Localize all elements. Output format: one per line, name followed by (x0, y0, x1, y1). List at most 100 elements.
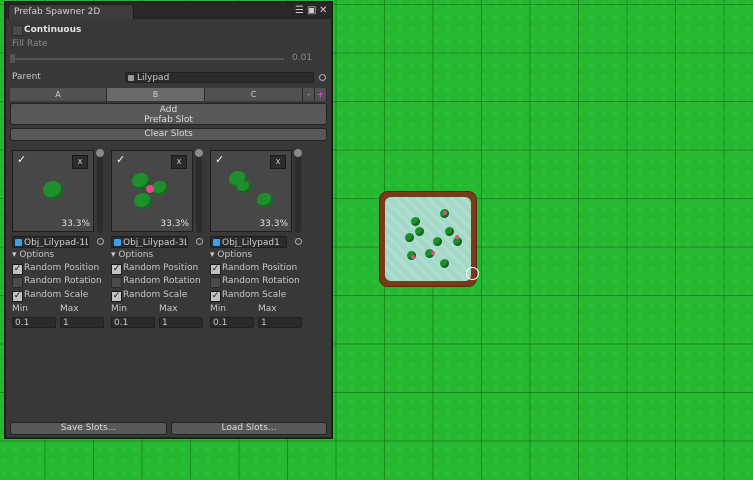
slot-1-object-field[interactable]: Obj_Lilypad-1L (12, 236, 89, 248)
slot-2-random-scale-label: Random Scale (123, 290, 188, 300)
prefab-icon (114, 239, 121, 246)
lily-flower (411, 255, 415, 259)
slot-2-remove-button[interactable]: X (171, 155, 187, 169)
slot-2-max-input[interactable]: 1 (159, 317, 203, 328)
triangle-down-icon: ▾ (210, 250, 215, 260)
parent-target-icon[interactable] (319, 74, 326, 81)
continuous-label: Continuous (24, 25, 82, 35)
tab-b[interactable]: B (107, 88, 205, 101)
add-prefab-label-line1: Add (159, 105, 178, 115)
slot-3-random-rotation-label: Random Rotation (222, 276, 300, 286)
slot-1-random-rotation-checkbox[interactable] (12, 277, 23, 288)
slot-1-min-label: Min (12, 304, 28, 314)
lilypad-thumbnail (257, 193, 273, 207)
parent-field[interactable]: Lilypad (125, 72, 314, 83)
slot-3-random-scale-checkbox[interactable]: ✓ (210, 291, 221, 302)
fill-rate-value[interactable]: 0.01 (292, 53, 312, 63)
slot-3-object: Obj_Lilypad1 (222, 238, 280, 248)
prefab-slot-3-preview[interactable]: ✓ X 33.3% (210, 150, 292, 232)
slot-3-min-input[interactable]: 0.1 (210, 317, 254, 328)
slot-3-random-position-label: Random Position (222, 263, 298, 273)
slot-2-random-rotation-checkbox[interactable] (111, 277, 122, 288)
prefab-slot-2-preview[interactable]: ✓ X 33.3% (111, 150, 193, 232)
slot-2-random-position-checkbox[interactable]: ✓ (111, 264, 122, 275)
slot-2-min-label: Min (111, 304, 127, 314)
save-slots-button[interactable]: Save Slots... (10, 422, 167, 435)
load-slots-button[interactable]: Load Slots... (171, 422, 327, 435)
slot-1-max-input[interactable]: 1 (60, 317, 104, 328)
slot-1-random-position-checkbox[interactable]: ✓ (12, 264, 23, 275)
fill-rate-slider-track[interactable] (14, 58, 284, 60)
prefab-spawner-panel: Prefab Spawner 2D ☰ ▣ ✕ Continuous Fill … (5, 2, 332, 438)
slot-1-remove-button[interactable]: X (72, 155, 88, 169)
slot-3-weight-slider[interactable] (294, 149, 302, 233)
slot-3-random-rotation-checkbox[interactable] (210, 277, 221, 288)
slot-2-random-scale-checkbox[interactable]: ✓ (111, 291, 122, 302)
slot-2-max-label: Max (159, 304, 178, 314)
slot-2-options[interactable]: ▾ Options (111, 250, 153, 260)
slot-1-random-position-label: Random Position (24, 263, 100, 273)
slot-1-percent: 33.3% (61, 219, 90, 229)
lily-flower (455, 235, 459, 239)
slot-1-min-input[interactable]: 0.1 (12, 317, 56, 328)
slot-2-options-label: Options (118, 250, 154, 260)
add-prefab-slot-button[interactable]: Add Prefab Slot (10, 103, 327, 125)
slot-1-options-label: Options (19, 250, 55, 260)
triangle-down-icon: ▾ (111, 250, 116, 260)
pond-water (385, 197, 471, 281)
window-tab[interactable]: Prefab Spawner 2D (8, 4, 134, 19)
slot-1-max-label: Max (60, 304, 79, 314)
slot-2-random-rotation-label: Random Rotation (123, 276, 201, 286)
slot-1-weight-slider[interactable] (96, 149, 104, 233)
slot-2-percent: 33.3% (160, 219, 189, 229)
slot-2-target-icon[interactable] (196, 238, 203, 245)
tab-c[interactable]: C (205, 88, 303, 101)
slot-3-percent: 33.3% (259, 219, 288, 229)
fill-rate-slider-handle[interactable] (10, 54, 15, 63)
slot-3-target-icon[interactable] (295, 238, 302, 245)
slot-1-random-scale-checkbox[interactable]: ✓ (12, 291, 23, 302)
tab-add-button[interactable]: + (315, 88, 327, 101)
slot-2-min-input[interactable]: 0.1 (111, 317, 155, 328)
slot-3-enabled-check[interactable]: ✓ (215, 154, 224, 165)
lily-flower (443, 211, 447, 215)
prefab-slot-1-preview[interactable]: ✓ X 33.3% (12, 150, 94, 232)
lilypad (415, 227, 424, 236)
lily-flower (146, 185, 154, 193)
slot-3-min-label: Min (210, 304, 226, 314)
add-prefab-label-line2: Prefab Slot (144, 115, 193, 125)
slot-2-weight-slider[interactable] (195, 149, 203, 233)
lilypad-thumbnail (134, 193, 152, 209)
slot-1-options[interactable]: ▾ Options (12, 250, 54, 260)
slot-1-target-icon[interactable] (97, 238, 104, 245)
slot-3-random-scale-label: Random Scale (222, 290, 287, 300)
fill-rate-label: Fill Rate (12, 39, 48, 49)
slot-3-max-input[interactable]: 1 (258, 317, 302, 328)
tab-a[interactable]: A (10, 88, 107, 101)
lilypad (411, 217, 420, 226)
slot-1-random-rotation-label: Random Rotation (24, 276, 102, 286)
slot-2-enabled-check[interactable]: ✓ (116, 154, 125, 165)
slot-3-remove-button[interactable]: X (270, 155, 286, 169)
slot-3-options-label: Options (217, 250, 253, 260)
slot-1-random-scale-label: Random Scale (24, 290, 89, 300)
menu-icon[interactable]: ☰ (295, 5, 304, 16)
slot-2-object-field[interactable]: Obj_Lilypad-3L (111, 236, 188, 248)
prefab-icon (213, 239, 220, 246)
title-bar: Prefab Spawner 2D ☰ ▣ ✕ (6, 3, 331, 19)
prefab-icon (15, 239, 22, 246)
clear-slots-button[interactable]: Clear Slots (10, 128, 327, 141)
slot-3-options[interactable]: ▾ Options (210, 250, 252, 260)
slot-3-random-position-checkbox[interactable]: ✓ (210, 264, 221, 275)
brush-cursor-gizmo (466, 267, 479, 280)
maximize-icon[interactable]: ▣ (307, 5, 316, 16)
continuous-checkbox[interactable] (12, 25, 23, 36)
slot-2-random-position-label: Random Position (123, 263, 199, 273)
slot-3-max-label: Max (258, 304, 277, 314)
close-icon[interactable]: ✕ (319, 5, 327, 16)
tab-remove-button[interactable]: - (303, 88, 315, 101)
slot-3-object-field[interactable]: Obj_Lilypad1 (210, 236, 287, 248)
lily-flower (431, 251, 435, 255)
pond-tile[interactable] (380, 192, 476, 286)
slot-1-enabled-check[interactable]: ✓ (17, 154, 26, 165)
